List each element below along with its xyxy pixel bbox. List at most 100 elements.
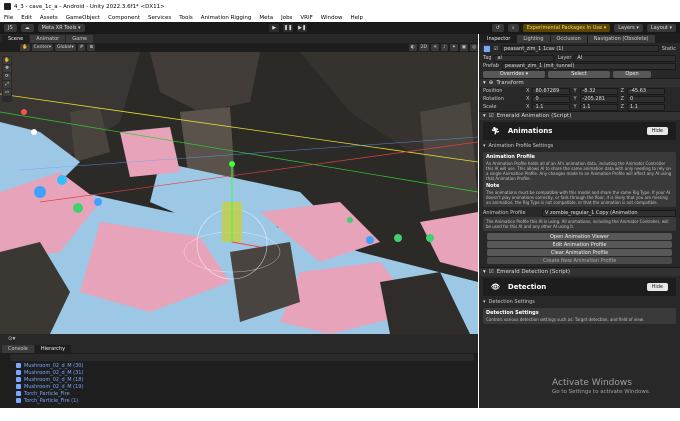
animation-profile-settings-row[interactable]: ▾ Animation Profile Settings xyxy=(479,142,680,150)
effects-toggle-icon[interactable]: ✦ xyxy=(450,44,458,51)
create-animation-profile-button[interactable]: Create New Animation Profile xyxy=(487,257,672,264)
rect-tool-icon[interactable]: ▭ xyxy=(3,89,11,96)
menu-help[interactable]: Help xyxy=(350,15,363,21)
cloud-icon[interactable]: ☁ xyxy=(20,24,34,32)
scale-x-field[interactable]: 1.1 xyxy=(532,103,571,111)
menu-services[interactable]: Services xyxy=(148,15,171,21)
menu-animation-rigging[interactable]: Animation Rigging xyxy=(201,15,252,21)
hierarchy-row[interactable]: Mushroom_02_d_M (18) xyxy=(0,376,478,383)
scale-tool-icon[interactable]: ⤢ xyxy=(3,81,11,88)
hierarchy-row[interactable]: Mushroom_02_d_M (30) xyxy=(0,362,478,369)
view-tool-icon[interactable]: ✋ xyxy=(3,57,11,64)
tab-occlusion[interactable]: Occlusion xyxy=(550,35,587,43)
static-toggle[interactable]: Static xyxy=(662,46,676,52)
tab-console[interactable]: Console xyxy=(2,345,34,353)
menu-file[interactable]: File xyxy=(4,15,13,21)
experimental-label: Experimental Packages In Use xyxy=(526,25,603,31)
hierarchy-search-input[interactable] xyxy=(10,354,474,361)
rotation-x-field[interactable]: 0 xyxy=(532,95,571,103)
menu-meta[interactable]: Meta xyxy=(259,15,273,21)
menu-assets[interactable]: Assets xyxy=(40,15,58,21)
tab-animator[interactable]: Animator xyxy=(30,35,66,43)
open-button[interactable]: Open xyxy=(613,70,651,78)
menu-window[interactable]: Window xyxy=(321,15,343,21)
hand-tool-icon[interactable]: ✋ xyxy=(20,44,30,51)
tab-navigation[interactable]: Navigation (Obsolete) xyxy=(587,35,655,43)
animation-profile-row: Animation Profile V zombie_regular_1 Cop… xyxy=(479,209,680,217)
layout-label: Layout xyxy=(650,25,668,31)
scene-viewport[interactable] xyxy=(0,52,478,334)
open-animation-viewer-label: Open Animation Viewer xyxy=(549,233,610,240)
menu-vrif[interactable]: VRIF xyxy=(300,15,312,21)
tab-scene[interactable]: Scene xyxy=(2,35,30,43)
hierarchy-row[interactable]: Mushroom_02_d_M (31) xyxy=(0,369,478,376)
hide-animations-button[interactable]: Hide xyxy=(646,127,668,135)
undo-history-icon[interactable]: ↺ xyxy=(491,24,504,32)
tab-lighting[interactable]: Lighting xyxy=(517,35,550,43)
hierarchy-row[interactable]: Mushroom_02_d_M (19) xyxy=(0,383,478,390)
step-icon[interactable]: ▶❚ xyxy=(297,24,308,32)
experimental-packages-badge[interactable]: Experimental Packages In Use ▾ xyxy=(522,24,611,32)
scale-y-field[interactable]: 1.1 xyxy=(579,103,618,111)
draw-mode-icon[interactable]: ◐ xyxy=(408,44,417,51)
layers-dropdown[interactable]: Layers ▾ xyxy=(614,24,643,32)
pause-icon[interactable]: ❚❚ xyxy=(283,24,294,32)
move-tool-icon[interactable]: ✥ xyxy=(3,65,11,72)
camera-icon[interactable]: ▣ xyxy=(459,44,469,51)
open-animation-viewer-button[interactable]: Open Animation Viewer xyxy=(487,233,672,240)
account-button[interactable]: JS xyxy=(4,24,17,32)
emerald-animation-header[interactable]: ▾ ☑ Emerald Animation (Script) xyxy=(479,111,680,120)
position-z-field[interactable]: -45.63 xyxy=(626,87,665,95)
animation-profile-field[interactable]: V zombie_regular_1 Copy (Animation xyxy=(542,209,676,217)
transform-header[interactable]: ▾ ⊕ Transform xyxy=(479,78,680,87)
space-dropdown[interactable]: Global ▾ xyxy=(55,44,76,51)
layer-dropdown[interactable]: AI xyxy=(574,54,676,62)
detection-settings-row[interactable]: ▾ Detection Settings xyxy=(479,298,680,306)
active-checkbox[interactable]: ☑ xyxy=(494,46,498,52)
hierarchy-row[interactable]: Torch_Particle_Fire (1) xyxy=(0,397,478,404)
edit-animation-profile-button[interactable]: Edit Animation Profile xyxy=(487,241,672,248)
prefab-asset-value: peasant_zim_1 (mit_tunnel) xyxy=(504,63,575,69)
pivot-dropdown[interactable]: Center ▾ xyxy=(31,44,54,51)
watermark-line1: Activate Windows xyxy=(552,378,632,388)
play-icon[interactable]: ▶ xyxy=(269,24,280,32)
rotation-y-field[interactable]: -205.281 xyxy=(579,95,618,103)
gizmos-icon[interactable]: ◎ xyxy=(470,44,478,51)
tab-animator-label: Animator xyxy=(36,36,60,42)
menu-edit[interactable]: Edit xyxy=(21,15,32,21)
tag-dropdown[interactable]: ai xyxy=(494,54,555,62)
search-icon[interactable]: ⌕ xyxy=(507,24,519,32)
scale-z-field[interactable]: 1.1 xyxy=(626,103,665,111)
select-button[interactable]: Select xyxy=(548,70,610,78)
layout-dropdown[interactable]: Layout ▾ xyxy=(646,24,676,32)
audio-toggle-icon[interactable]: ♪ xyxy=(441,44,449,51)
clear-animation-profile-button[interactable]: Clear Animation Profile xyxy=(487,249,672,256)
lighting-toggle-icon[interactable]: ☀ xyxy=(430,44,440,51)
rotate-tool-icon[interactable]: ⟳ xyxy=(3,73,11,80)
component-enabled-checkbox[interactable]: ☑ xyxy=(489,113,494,119)
rotation-y-value: -205.281 xyxy=(582,96,605,102)
position-x-field[interactable]: 80.87289 xyxy=(532,87,571,95)
prefab-asset-field[interactable]: peasant_zim_1 (mit_tunnel) xyxy=(501,62,676,70)
tab-game[interactable]: Game xyxy=(66,35,94,43)
tab-inspector[interactable]: Inspector xyxy=(481,35,517,43)
scale-label: Scale xyxy=(483,104,497,110)
layout-overlay-icon[interactable]: ⊙▾ xyxy=(8,336,15,342)
rotation-z-field[interactable]: 0 xyxy=(626,95,665,103)
meta-xr-tools-button[interactable]: Meta XR Tools ▾ xyxy=(37,24,85,32)
menu-tools[interactable]: Tools xyxy=(179,15,193,21)
overrides-button[interactable]: Overrides ▾ xyxy=(483,70,545,78)
menu-gameobject[interactable]: GameObject xyxy=(66,15,100,21)
menu-jobs[interactable]: Jobs xyxy=(281,15,292,21)
component-enabled-checkbox[interactable]: ☑ xyxy=(489,269,494,275)
emerald-detection-header[interactable]: ▾ ☑ Emerald Detection (Script) xyxy=(479,267,680,276)
hide-detection-button[interactable]: Hide xyxy=(646,283,668,291)
tab-hierarchy[interactable]: Hierarchy xyxy=(34,345,72,353)
position-y-field[interactable]: -8.32 xyxy=(579,87,618,95)
snap-icon[interactable]: ⊞ xyxy=(87,44,96,51)
grid-icon[interactable]: # xyxy=(77,44,86,51)
object-name-field[interactable]: peasant_zim_1 1cav (1) xyxy=(501,45,659,52)
2d-toggle[interactable]: 2D xyxy=(418,44,429,51)
menu-component[interactable]: Component xyxy=(108,15,140,21)
hierarchy-row[interactable]: Torch_Particle_Fire xyxy=(0,390,478,397)
